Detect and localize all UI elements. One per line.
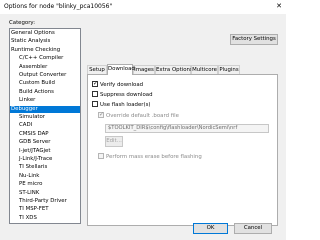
override-board-file-checkbox[interactable]: Override default .board file [98, 112, 179, 119]
category-list[interactable]: General Options Static Analysis Runtime Ch… [9, 28, 81, 224]
cancel-button[interactable]: Cancel [234, 223, 272, 234]
edit-button[interactable]: Edit... [105, 136, 123, 147]
category-item[interactable]: Nu-Link [10, 173, 80, 180]
mass-erase-label: Perform mass erase before flashing [106, 154, 202, 160]
category-label: Category: [9, 20, 36, 26]
suppress-download-check[interactable] [92, 91, 98, 97]
category-item[interactable]: Build Actions [10, 89, 80, 96]
use-flash-loaders-label: Use flash loader(s) [100, 102, 151, 108]
use-flash-loaders-checkbox[interactable]: Use flash loader(s) [92, 101, 151, 108]
category-item[interactable]: Runtime Checking [10, 47, 80, 54]
category-item[interactable]: TI XDS [10, 215, 80, 222]
category-item[interactable]: Third-Party Driver [10, 198, 80, 205]
title-bar: Options for node "blinky_pca10056" ✕ [0, 0, 286, 14]
category-item[interactable]: TI MSP-FET [10, 206, 80, 213]
category-item[interactable]: Linker [10, 97, 80, 104]
category-item[interactable]: I-jet/JTAGjet [10, 148, 80, 155]
tab-setup[interactable]: Setup [87, 65, 107, 74]
category-item[interactable]: ST-LINK [10, 190, 80, 197]
tab-images[interactable]: Images [133, 65, 155, 74]
verify-download-label: Verify download [100, 82, 144, 88]
mass-erase-checkbox[interactable]: Perform mass erase before flashing [98, 153, 202, 160]
category-item[interactable]: CADI [10, 122, 80, 129]
category-item[interactable]: Custom Build [10, 80, 80, 87]
category-item[interactable]: Assembler [10, 64, 80, 71]
suppress-download-checkbox[interactable]: Suppress download [92, 91, 153, 98]
category-item[interactable]: TI Stellaris [10, 164, 80, 171]
tab-plugins[interactable]: Plugins [218, 65, 240, 74]
category-item[interactable]: J-Link/J-Trace [10, 156, 80, 163]
override-board-file-label: Override default .board file [106, 113, 179, 119]
category-item[interactable]: General Options [10, 30, 80, 37]
category-item[interactable]: CMSIS DAP [10, 131, 80, 138]
category-item[interactable]: Static Analysis [10, 38, 80, 45]
category-item[interactable]: Simulator [10, 114, 80, 121]
verify-download-check[interactable] [92, 81, 98, 87]
ok-button[interactable]: OK [193, 223, 228, 234]
close-icon[interactable]: ✕ [274, 2, 284, 10]
category-item[interactable]: PE micro [10, 181, 80, 188]
tab-extra-options[interactable]: Extra Options [155, 65, 193, 74]
tab-multicore[interactable]: Multicore [191, 65, 218, 74]
factory-settings-button[interactable]: Factory Settings [230, 34, 278, 45]
window-title: Options for node "blinky_pca10056" [4, 3, 113, 10]
category-item[interactable]: Debugger [10, 105, 80, 113]
category-item[interactable]: C/C++ Compiler [10, 55, 80, 62]
board-file-path-input[interactable]: $TOOLKIT_DIR$\config\flashloader\NordicS… [105, 124, 269, 133]
override-board-file-check[interactable] [98, 112, 104, 118]
category-item[interactable]: Output Converter [10, 72, 80, 79]
mass-erase-check[interactable] [98, 153, 104, 159]
use-flash-loaders-check[interactable] [92, 101, 98, 107]
verify-download-checkbox[interactable]: Verify download [92, 81, 143, 88]
tab-download[interactable]: Download [107, 64, 135, 75]
category-item[interactable]: GDB Server [10, 139, 80, 146]
suppress-download-label: Suppress download [100, 92, 153, 98]
